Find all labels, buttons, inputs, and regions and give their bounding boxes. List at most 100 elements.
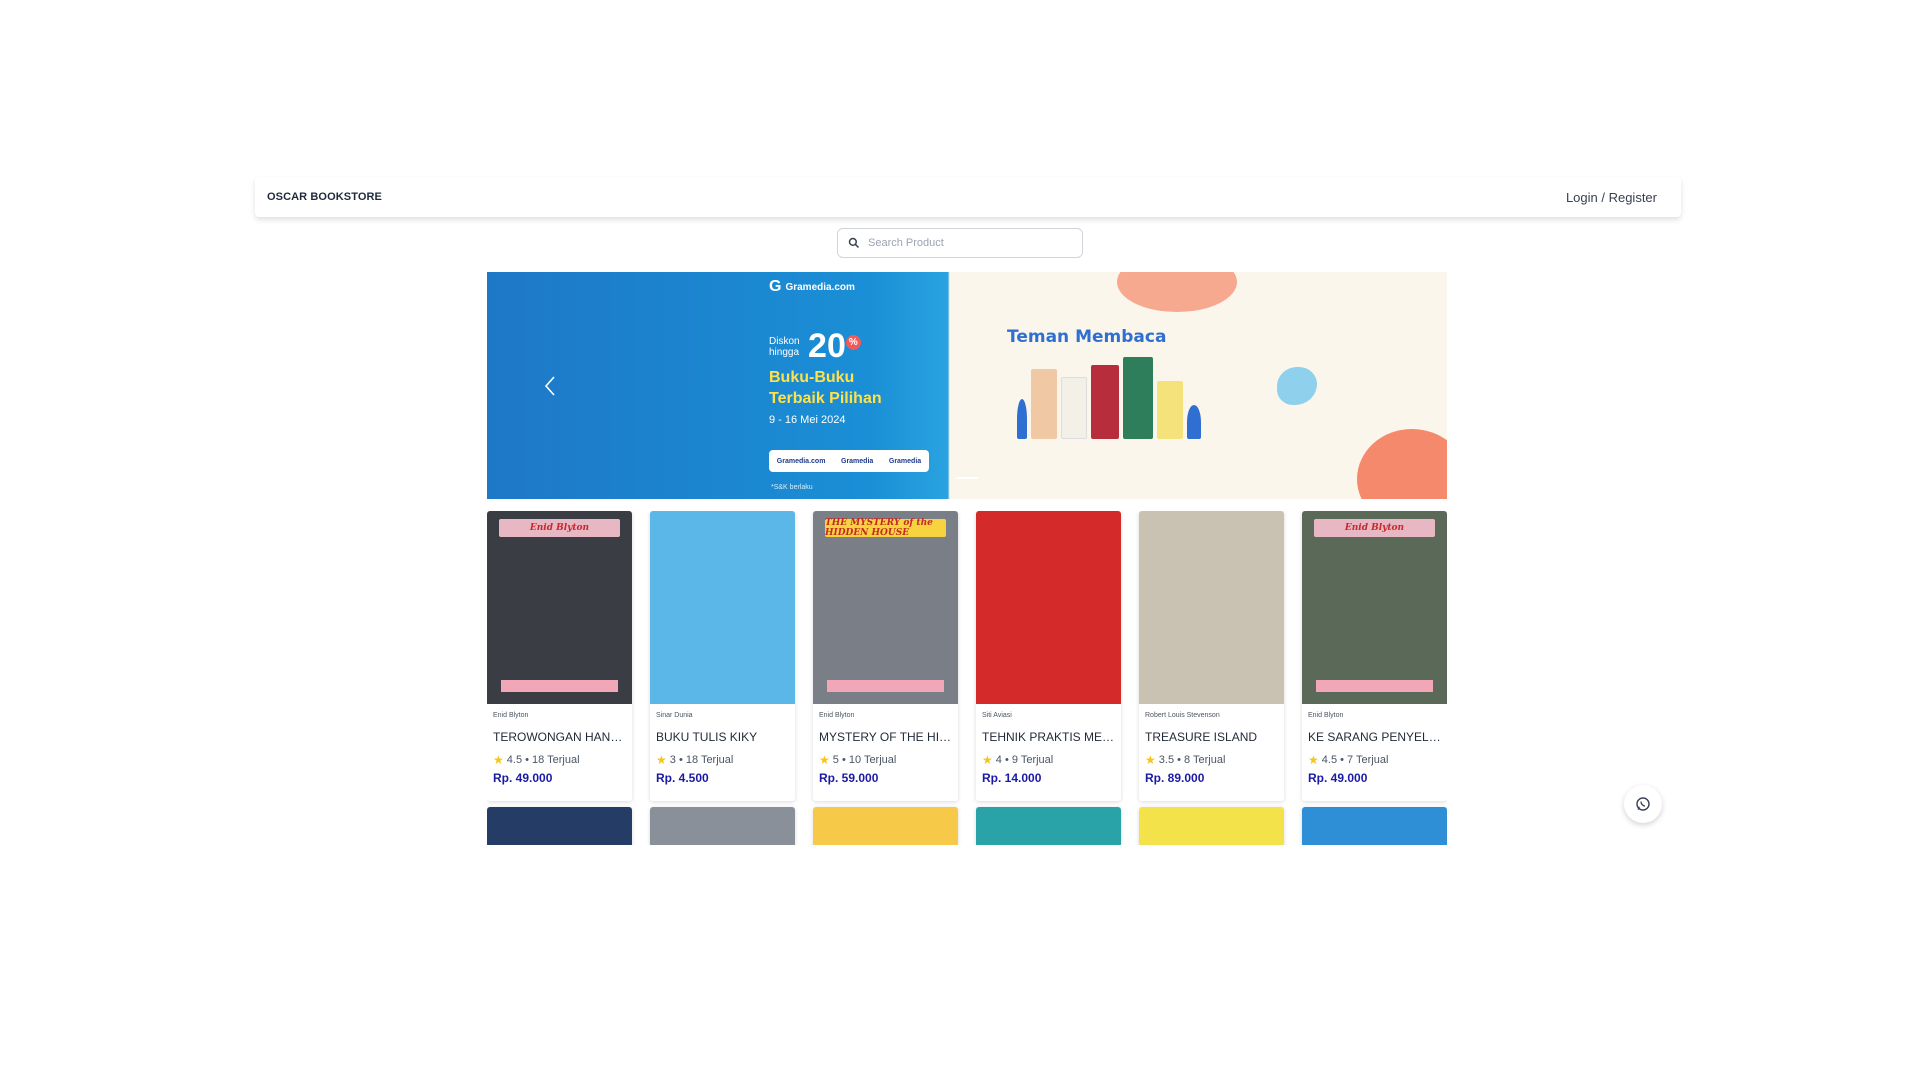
campaign-title: Teman Membaca	[1007, 327, 1167, 347]
cover-title-band	[1316, 680, 1433, 692]
star-icon: ★	[1145, 753, 1156, 767]
book-art	[1031, 369, 1057, 439]
star-icon: ★	[982, 753, 993, 767]
promo-text: Diskon hingga 20% Buku-Buku Terbaik Pili…	[769, 327, 882, 426]
product-title[interactable]: KE SARANG PENYELUNDUP	[1308, 730, 1441, 744]
product-rating: ★ 4.5 • 7 Terjual	[1308, 753, 1441, 767]
cover-tag: Enid Blyton	[1314, 519, 1435, 537]
product-author: Siti Aviasi	[982, 712, 1012, 719]
rating-sold-text: 5 • 10 Terjual	[832, 754, 897, 766]
banner-blob	[1357, 429, 1447, 499]
product-grid: Enid Blyton Enid Blyton TEROWONGAN HANTU…	[487, 511, 1447, 845]
product-info: Enid Blyton MYSTERY OF THE HIDDEN HOUSE …	[813, 704, 958, 785]
star-icon: ★	[1308, 753, 1319, 767]
book-art	[1061, 377, 1087, 439]
reader-figure	[1017, 399, 1027, 439]
cover-tag: THE MYSTERY of the HIDDEN HOUSE	[825, 518, 946, 538]
brand-logo[interactable]: OSCAR BOOKSTORE	[267, 191, 382, 203]
product-card[interactable]	[487, 807, 632, 845]
diskon-line-1: Diskon	[769, 335, 800, 347]
product-card[interactable]: THE MYSTERY of the HIDDEN HOUSE Enid Bly…	[813, 511, 958, 801]
top-navbar: OSCAR BOOKSTORE Login / Register	[255, 177, 1681, 217]
diskon-line-2: hingga	[769, 346, 800, 358]
product-info: Enid Blyton TEROWONGAN HANTU ★ 4.5 • 18 …	[487, 704, 632, 785]
product-info: Enid Blyton KE SARANG PENYELUNDUP ★ 4.5 …	[1302, 704, 1447, 785]
carousel-indicator[interactable]	[956, 477, 978, 479]
product-author: Robert Louis Stevenson	[1145, 712, 1220, 719]
product-card[interactable]: Enid Blyton Enid Blyton TEROWONGAN HANTU…	[487, 511, 632, 801]
product-title[interactable]: MYSTERY OF THE HIDDEN HOUSE	[819, 730, 952, 744]
product-card[interactable]	[976, 807, 1121, 845]
product-card[interactable]	[650, 807, 795, 845]
search-input[interactable]	[868, 237, 1072, 249]
search-bar[interactable]	[837, 228, 1083, 258]
carousel-prev-arrow-icon[interactable]	[543, 375, 557, 397]
product-cover-image[interactable]: Enid Blyton	[1302, 511, 1447, 704]
partner-logo: Gramedia	[841, 457, 874, 465]
product-rating: ★ 3.5 • 8 Terjual	[1145, 753, 1278, 767]
headline-2: Terbaik Pilihan	[769, 390, 882, 407]
product-cover-image[interactable]	[487, 807, 632, 845]
whatsapp-button[interactable]	[1624, 785, 1662, 823]
product-card[interactable]: Robert Louis Stevenson TREASURE ISLAND ★…	[1139, 511, 1284, 801]
product-cover-image[interactable]	[650, 807, 795, 845]
banner-blob	[1277, 367, 1317, 405]
product-price: Rp. 14.000	[982, 771, 1042, 785]
reader-figure	[1187, 405, 1201, 439]
promo-date: 9 - 16 Mei 2024	[769, 414, 846, 426]
product-card[interactable]	[813, 807, 958, 845]
product-card[interactable]	[1302, 807, 1447, 845]
rating-sold-text: 4 • 9 Terjual	[995, 754, 1054, 766]
rating-sold-text: 3.5 • 8 Terjual	[1158, 754, 1226, 766]
product-author: Enid Blyton	[1308, 712, 1344, 719]
product-rating: ★ 3 • 18 Terjual	[656, 753, 789, 767]
product-card[interactable]: Sinar Dunia BUKU TULIS KIKY ★ 3 • 18 Ter…	[650, 511, 795, 801]
promo-banner-carousel[interactable]: G Gramedia.com Diskon hingga 20% Buku-Bu…	[487, 272, 1447, 499]
rating-sold-text: 3 • 18 Terjual	[669, 754, 734, 766]
book-art	[1091, 365, 1119, 439]
product-card[interactable]: Enid Blyton Enid Blyton KE SARANG PENYEL…	[1302, 511, 1447, 801]
headline-1: Buku-Buku	[769, 369, 855, 386]
book-art	[1123, 357, 1153, 439]
search-icon	[848, 237, 860, 249]
discount-percent: 20%	[808, 327, 861, 365]
product-cover-image[interactable]: THE MYSTERY of the HIDDEN HOUSE	[813, 511, 958, 704]
product-title[interactable]: TEROWONGAN HANTU	[493, 730, 626, 744]
product-rating: ★ 5 • 10 Terjual	[819, 753, 952, 767]
partner-logo: Gramedia	[888, 457, 922, 465]
gramedia-logo: G Gramedia.com	[769, 278, 855, 296]
product-cover-image[interactable]	[976, 807, 1121, 845]
product-price: Rp. 4.500	[656, 771, 709, 785]
product-title[interactable]: TREASURE ISLAND	[1145, 730, 1278, 744]
partner-logo: Gramedia.com	[776, 457, 826, 465]
product-price: Rp. 59.000	[819, 771, 879, 785]
product-cover-image[interactable]	[1139, 511, 1284, 704]
product-author: Enid Blyton	[819, 712, 855, 719]
product-cover-image[interactable]	[1302, 807, 1447, 845]
star-icon: ★	[656, 753, 667, 767]
login-register-link[interactable]: Login / Register	[1566, 190, 1657, 205]
book-art	[1157, 381, 1183, 439]
gramedia-logo-text: Gramedia.com	[785, 281, 855, 293]
product-card[interactable]: Siti Aviasi TEHNIK PRAKTIS MENGIRINGI LA…	[976, 511, 1121, 801]
rating-sold-text: 4.5 • 7 Terjual	[1321, 754, 1389, 766]
product-title[interactable]: TEHNIK PRAKTIS MENGIRINGI LAGU & MELODI	[982, 730, 1115, 744]
product-cover-image[interactable]: Enid Blyton	[487, 511, 632, 704]
product-card[interactable]	[1139, 807, 1284, 845]
diskon-label: Diskon hingga	[769, 336, 800, 358]
product-cover-image[interactable]	[976, 511, 1121, 704]
product-author: Sinar Dunia	[656, 712, 693, 719]
product-title[interactable]: BUKU TULIS KIKY	[656, 730, 789, 744]
percent-value: 20	[808, 327, 846, 365]
product-info: Siti Aviasi TEHNIK PRAKTIS MENGIRINGI LA…	[976, 704, 1121, 785]
product-info: Robert Louis Stevenson TREASURE ISLAND ★…	[1139, 704, 1284, 785]
product-cover-image[interactable]	[813, 807, 958, 845]
product-author: Enid Blyton	[493, 712, 529, 719]
product-cover-image[interactable]	[1139, 807, 1284, 845]
percent-sign: %	[845, 334, 861, 350]
product-rating: ★ 4.5 • 18 Terjual	[493, 753, 626, 767]
cover-tag: Enid Blyton	[499, 519, 620, 537]
product-cover-image[interactable]	[650, 511, 795, 704]
gramedia-g-icon: G	[769, 278, 782, 295]
terms-note: *S&K berlaku	[771, 484, 813, 491]
